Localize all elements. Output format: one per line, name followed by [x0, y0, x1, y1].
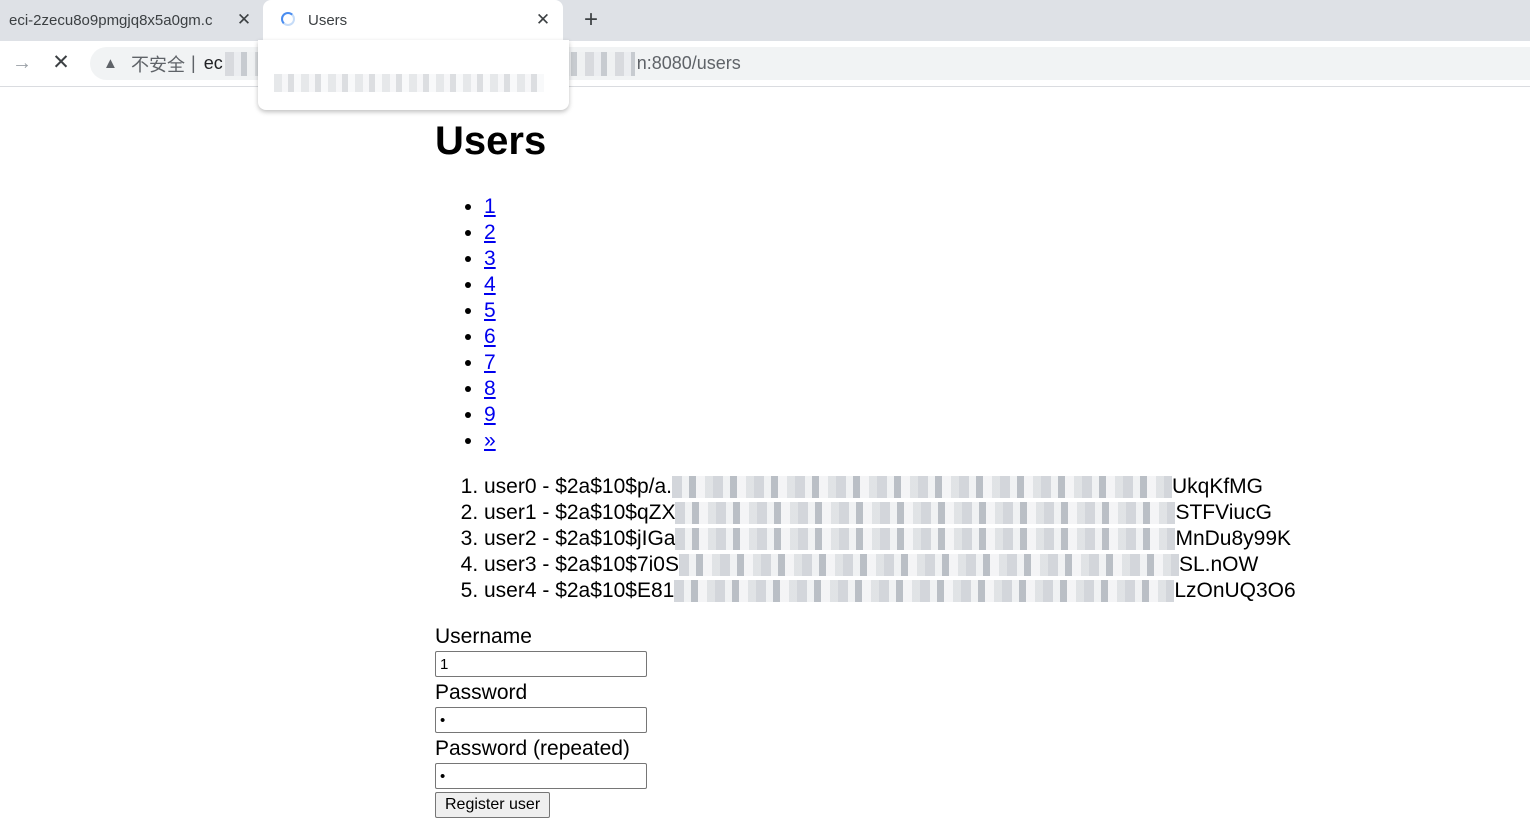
password-repeat-input[interactable] [435, 763, 647, 789]
pagination-item: » [484, 428, 496, 454]
page-link-1[interactable]: 1 [484, 195, 496, 218]
redacted-hash [675, 528, 1176, 551]
pagination-item: 5 [484, 298, 496, 324]
separator: | [191, 53, 196, 73]
user-text-start: user0 - $2a$10$p/a. [484, 475, 672, 498]
user-text-start: user4 - $2a$10$E81 [484, 579, 675, 602]
page-link-5[interactable]: 5 [484, 299, 496, 322]
user-row: user3 - $2a$10$7i0S SL.nOW [484, 552, 1296, 578]
username-label: Username [435, 625, 532, 648]
user-row: user1 - $2a$10$qZX STFViucG [484, 500, 1296, 526]
page-link-6[interactable]: 6 [484, 325, 496, 348]
page-link-3[interactable]: 3 [484, 247, 496, 270]
user-text-start: user2 - $2a$10$jIGa [484, 527, 676, 550]
user-text-end: SL.nOW [1178, 553, 1259, 576]
pagination-item: 2 [484, 220, 496, 246]
user-row: user0 - $2a$10$p/a. UkqKfMG [484, 474, 1296, 500]
redacted-hash [674, 580, 1175, 603]
pagination-item: 1 [484, 194, 496, 220]
password-repeat-label: Password (repeated) [435, 737, 630, 760]
tab-title: Users [308, 12, 348, 29]
password-input[interactable] [435, 707, 647, 733]
user-text-end: MnDu8y99K [1175, 527, 1292, 550]
page-title: Users [435, 119, 547, 163]
close-icon[interactable]: ✕ [234, 10, 254, 30]
page-link-8[interactable]: 8 [484, 377, 496, 400]
tab-title: eci-2zecu8o9pmgjq8x5a0gm.c [9, 12, 213, 29]
pagination-item: 9 [484, 402, 496, 428]
new-tab-button[interactable]: + [578, 6, 604, 34]
tab-eci[interactable]: eci-2zecu8o9pmgjq8x5a0gm.c ✕ [0, 0, 262, 41]
user-text-end: STFViucG [1175, 501, 1272, 524]
pagination-item: 7 [484, 350, 496, 376]
browser-toolbar: → ✕ ▲ 不安全 | ec n:8080/users [0, 41, 1530, 87]
redacted-hash [671, 476, 1172, 499]
tab-hover-card [258, 40, 569, 110]
user-row: user4 - $2a$10$E81 LzOnUQ3O6 [484, 578, 1296, 604]
register-form: Username Password Password (repeated) Re… [435, 624, 647, 818]
page-link-7[interactable]: 7 [484, 351, 496, 374]
pagination-item: 4 [484, 272, 496, 298]
pagination-list: 1 2 3 4 5 6 7 8 9 » [435, 194, 496, 454]
page-link-9[interactable]: 9 [484, 403, 496, 426]
loading-spinner-icon [281, 12, 295, 26]
forward-button[interactable]: → [8, 49, 36, 77]
redacted-hash [675, 502, 1176, 525]
redacted-hover-url [274, 74, 544, 92]
user-text-start: user3 - $2a$10$7i0S [484, 553, 679, 576]
password-label: Password [435, 681, 528, 704]
page-link-2[interactable]: 2 [484, 221, 496, 244]
pagination-item: 6 [484, 324, 496, 350]
insecure-label[interactable]: 不安全 [131, 51, 185, 77]
pagination-item: 3 [484, 246, 496, 272]
stop-loading-button[interactable]: ✕ [47, 49, 75, 77]
user-row: user2 - $2a$10$jIGa MnDu8y99K [484, 526, 1296, 552]
user-text-start: user1 - $2a$10$qZX [484, 501, 676, 524]
redacted-hash [678, 554, 1179, 577]
url-end: n:8080/users [636, 53, 741, 73]
register-user-button[interactable]: Register user [435, 792, 551, 818]
tab-strip: eci-2zecu8o9pmgjq8x5a0gm.c ✕ Users ✕ + [0, 0, 1530, 41]
page-link-next[interactable]: » [484, 429, 496, 452]
user-text-end: UkqKfMG [1171, 475, 1263, 498]
warning-icon[interactable]: ▲ [103, 55, 123, 72]
user-text-end: LzOnUQ3O6 [1174, 579, 1296, 602]
close-icon[interactable]: ✕ [533, 10, 553, 30]
username-input[interactable] [435, 651, 647, 677]
pagination-item: 8 [484, 376, 496, 402]
url-start: ec [203, 53, 223, 73]
page-link-4[interactable]: 4 [484, 273, 496, 296]
user-list: user0 - $2a$10$p/a. UkqKfMG user1 - $2a$1… [435, 474, 1296, 604]
tab-users[interactable]: Users ✕ [263, 0, 563, 41]
